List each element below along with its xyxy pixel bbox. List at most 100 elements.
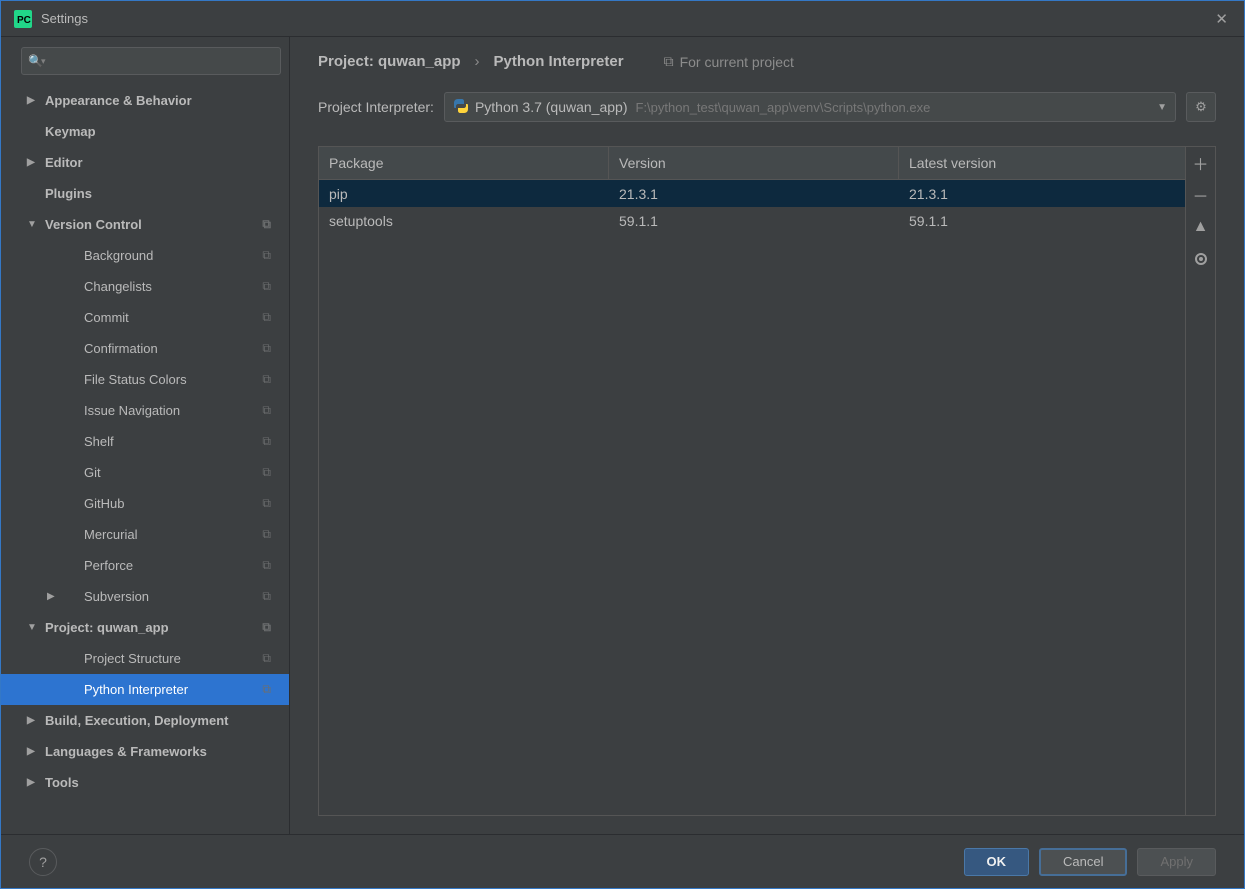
cell-latest: 21.3.1 — [899, 186, 1185, 202]
cell-latest: 59.1.1 — [899, 213, 1185, 229]
sidebar-item-label: Keymap — [45, 124, 96, 139]
project-scope-icon: ⧉ — [262, 558, 271, 573]
close-icon[interactable]: ✕ — [1211, 6, 1232, 32]
sidebar-item-keymap[interactable]: Keymap — [1, 116, 289, 147]
interpreter-dropdown[interactable]: Python 3.7 (quwan_app) F:\python_test\qu… — [444, 92, 1176, 122]
sidebar-item-mercurial[interactable]: Mercurial⧉ — [1, 519, 289, 550]
copy-icon: ⧉ — [664, 53, 674, 70]
chevron-down-icon: ▼ — [27, 219, 37, 230]
sidebar-item-background[interactable]: Background⧉ — [1, 240, 289, 271]
interpreter-name: Python 3.7 (quwan_app) — [475, 99, 628, 115]
sidebar-item-build-execution-deployment[interactable]: ▶ Build, Execution, Deployment — [1, 705, 289, 736]
sidebar-item-plugins[interactable]: Plugins — [1, 178, 289, 209]
project-scope-icon: ⧉ — [262, 372, 271, 387]
interpreter-label: Project Interpreter: — [318, 99, 434, 115]
cell-package: setuptools — [319, 213, 609, 229]
col-version[interactable]: Version — [609, 147, 899, 179]
sidebar-item-file-status-colors[interactable]: File Status Colors⧉ — [1, 364, 289, 395]
chevron-right-icon: ▶ — [27, 715, 35, 726]
sidebar-item-project-structure[interactable]: Project Structure ⧉ — [1, 643, 289, 674]
col-latest[interactable]: Latest version — [899, 147, 1185, 179]
sidebar-item-editor[interactable]: ▶Editor — [1, 147, 289, 178]
chevron-right-icon: ▶ — [27, 777, 35, 788]
search-input[interactable]: 🔍▾ — [21, 47, 281, 75]
show-early-releases-button[interactable] — [1191, 249, 1211, 269]
python-icon — [453, 98, 469, 117]
project-scope-icon: ⧉ — [262, 651, 271, 666]
sidebar-item-label: Commit — [84, 310, 129, 325]
sidebar-item-label: Issue Navigation — [84, 403, 180, 418]
project-scope-icon: ⧉ — [262, 682, 271, 697]
sidebar-item-perforce[interactable]: Perforce ⧉ — [1, 550, 289, 581]
interpreter-row: Project Interpreter: Python 3.7 (quwan_a… — [318, 92, 1216, 122]
project-scope-icon: ⧉ — [262, 620, 271, 635]
sidebar-item-label: GitHub — [84, 496, 124, 511]
project-scope-icon: ⧉ — [262, 403, 271, 418]
remove-package-button[interactable]: － — [1191, 185, 1211, 205]
sidebar-item-languages-frameworks[interactable]: ▶ Languages & Frameworks — [1, 736, 289, 767]
packages-table: Package Version Latest version pip21.3.1… — [319, 147, 1185, 815]
sidebar-item-subversion[interactable]: ▶Subversion⧉ — [1, 581, 289, 612]
apply-button[interactable]: Apply — [1137, 848, 1216, 876]
sidebar-item-appearance-behavior[interactable]: ▶Appearance & Behavior — [1, 85, 289, 116]
sidebar-item-label: Build, Execution, Deployment — [45, 713, 228, 728]
ok-button[interactable]: OK — [964, 848, 1030, 876]
project-scope-icon: ⧉ — [262, 496, 271, 511]
search-field[interactable] — [49, 54, 274, 69]
sidebar-item-commit[interactable]: Commit⧉ — [1, 302, 289, 333]
scope-hint: ⧉ For current project — [664, 53, 794, 70]
sidebar-item-label: Project: quwan_app — [45, 620, 169, 635]
sidebar-item-label: Appearance & Behavior — [45, 93, 192, 108]
window-title: Settings — [41, 11, 1211, 26]
sidebar-item-project-quwan-app[interactable]: ▼Project: quwan_app⧉ — [1, 612, 289, 643]
footer: ? OK Cancel Apply — [1, 834, 1244, 888]
sidebar-item-label: Confirmation — [84, 341, 158, 356]
settings-tree: ▶Appearance & BehaviorKeymap▶EditorPlugi… — [1, 85, 289, 834]
sidebar-item-tools[interactable]: ▶ Tools — [1, 767, 289, 798]
table-row[interactable]: pip21.3.121.3.1 — [319, 180, 1185, 207]
sidebar-item-label: Tools — [45, 775, 79, 790]
interpreter-path: F:\python_test\quwan_app\venv\Scripts\py… — [636, 100, 931, 115]
package-actions: ＋ － ▲ — [1185, 147, 1215, 815]
sidebar-item-label: Plugins — [45, 186, 92, 201]
table-row[interactable]: setuptools59.1.159.1.1 — [319, 207, 1185, 234]
interpreter-settings-button[interactable]: ⚙ — [1186, 92, 1216, 122]
titlebar: PC Settings ✕ — [1, 1, 1244, 37]
sidebar-item-label: Changelists — [84, 279, 152, 294]
sidebar-item-confirmation[interactable]: Confirmation ⧉ — [1, 333, 289, 364]
chevron-down-icon: ▼ — [1157, 102, 1167, 113]
packages-area: Package Version Latest version pip21.3.1… — [318, 146, 1216, 816]
cell-version: 21.3.1 — [609, 186, 899, 202]
chevron-right-icon: ▶ — [27, 746, 35, 757]
cell-package: pip — [319, 186, 609, 202]
cancel-button[interactable]: Cancel — [1039, 848, 1127, 876]
sidebar-item-label: Project Structure — [84, 651, 181, 666]
sidebar-item-version-control[interactable]: ▼Version Control⧉ — [1, 209, 289, 240]
sidebar-item-label: Git — [84, 465, 101, 480]
help-button[interactable]: ? — [29, 848, 57, 876]
sidebar-item-label: Languages & Frameworks — [45, 744, 207, 759]
sidebar-item-git[interactable]: Git ⧉ — [1, 457, 289, 488]
add-package-button[interactable]: ＋ — [1191, 153, 1211, 173]
col-package[interactable]: Package — [319, 147, 609, 179]
sidebar-item-github[interactable]: GitHub ⧉ — [1, 488, 289, 519]
project-scope-icon: ⧉ — [262, 527, 271, 542]
table-header: Package Version Latest version — [319, 147, 1185, 180]
sidebar-item-issue-navigation[interactable]: Issue Navigation ⧉ — [1, 395, 289, 426]
sidebar-item-changelists[interactable]: Changelists ⧉ — [1, 271, 289, 302]
project-scope-icon: ⧉ — [262, 279, 271, 294]
sidebar-item-label: Version Control — [45, 217, 142, 232]
sidebar-item-label: Perforce — [84, 558, 133, 573]
breadcrumb: Project: quwan_app › Python Interpreter … — [318, 53, 1216, 70]
breadcrumb-project: Project: quwan_app — [318, 53, 461, 70]
sidebar-item-shelf[interactable]: Shelf ⧉ — [1, 426, 289, 457]
svg-text:PC: PC — [17, 15, 31, 26]
upgrade-package-button[interactable]: ▲ — [1191, 217, 1211, 237]
project-scope-icon: ⧉ — [262, 434, 271, 449]
pycharm-icon: PC — [13, 9, 33, 29]
sidebar-item-label: Python Interpreter — [84, 682, 188, 697]
project-scope-icon: ⧉ — [262, 341, 271, 356]
sidebar-item-python-interpreter[interactable]: Python Interpreter ⧉ — [1, 674, 289, 705]
sidebar-item-label: Shelf — [84, 434, 114, 449]
project-scope-icon: ⧉ — [262, 465, 271, 480]
